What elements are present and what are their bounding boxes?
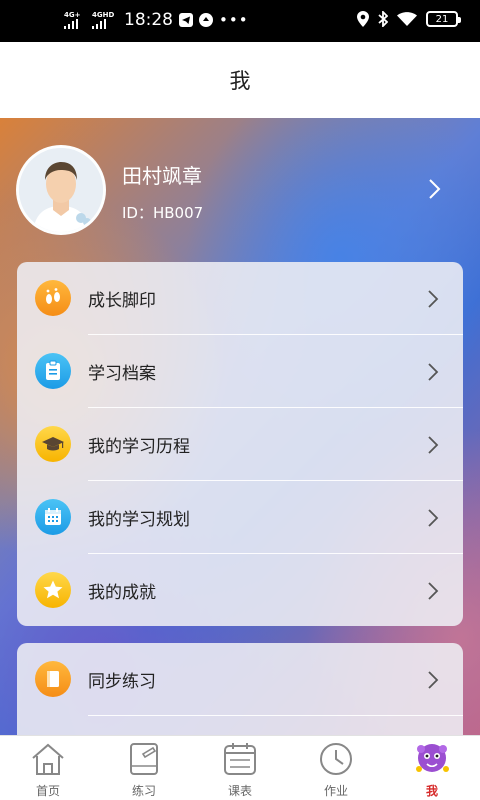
signal-label-1: 4G+	[64, 11, 81, 19]
star-icon	[35, 572, 71, 608]
divider	[88, 715, 463, 716]
page-title: 我	[229, 69, 251, 93]
menu-item-growth-footprints[interactable]: 成长脚印	[17, 262, 463, 335]
menu-item-label: 我的成就	[88, 583, 156, 603]
avatar[interactable]	[16, 145, 106, 235]
cellular-signal-icon-2: 4GHD	[92, 11, 114, 29]
bluetooth-icon	[378, 11, 388, 27]
menu-item-label: 成长脚印	[88, 291, 156, 311]
location-icon	[357, 11, 369, 27]
app-notification-icon	[199, 13, 213, 27]
menu-item-learning-journey[interactable]: 我的学习历程	[17, 408, 463, 481]
tab-me[interactable]: 我	[384, 736, 480, 800]
schedule-icon	[224, 743, 256, 775]
menu-item-label: 我的学习历程	[88, 437, 190, 457]
menu-item-learning-plan[interactable]: 我的学习规划	[17, 481, 463, 554]
avatar-image	[19, 148, 103, 232]
menu-item-label: 学习档案	[88, 364, 156, 384]
user-id: ID：HB007	[122, 204, 204, 222]
clipboard-icon	[35, 353, 71, 389]
footprints-icon	[35, 280, 71, 316]
tab-label: 我	[425, 784, 438, 798]
tab-label: 课表	[227, 784, 252, 798]
tab-schedule[interactable]: 课表	[192, 736, 288, 800]
menu-card: 成长脚印 学习档案 我的学习历程 我的学习规划 我的成就	[17, 262, 463, 626]
menu-item-learning-archive[interactable]: 学习档案	[17, 335, 463, 408]
chevron-right-icon	[428, 290, 439, 308]
menu-item-label: 我的学习规划	[88, 510, 190, 530]
battery-level: 21	[435, 13, 449, 25]
more-notifications: •••	[219, 11, 249, 29]
tab-exercise[interactable]: 练习	[96, 736, 192, 800]
graduation-cap-icon	[35, 426, 71, 462]
chevron-right-icon	[428, 582, 439, 600]
bottom-tab-bar: 首页 练习 课表 作业 我	[0, 735, 480, 800]
title-bar: 我	[0, 42, 480, 118]
cellular-signal-icon: 4G+	[64, 11, 86, 29]
calendar-icon	[35, 499, 71, 535]
tab-label: 练习	[131, 784, 156, 798]
chevron-right-icon	[428, 436, 439, 454]
user-name: 田村飒章	[122, 164, 202, 188]
signal-label-2: 4GHD	[92, 11, 115, 19]
menu-item-label: 同步练习	[88, 672, 156, 692]
chevron-right-icon[interactable]	[428, 178, 442, 200]
battery-icon: 21	[426, 11, 461, 27]
chevron-right-icon	[428, 363, 439, 381]
exercise-book-icon	[130, 743, 158, 775]
status-bar: 4G+ 4GHD 18:28 ••• 21	[0, 0, 480, 42]
menu-item-sync-practice[interactable]: 同步练习	[17, 643, 463, 716]
telegram-icon	[179, 13, 193, 27]
menu-card-2: 同步练习	[17, 643, 463, 743]
menu-item-achievements[interactable]: 我的成就	[17, 554, 463, 626]
book-icon	[35, 661, 71, 697]
tab-home[interactable]: 首页	[0, 736, 96, 800]
chevron-right-icon	[428, 671, 439, 689]
clock-icon	[320, 743, 352, 775]
home-icon	[32, 743, 64, 775]
wifi-icon	[397, 11, 417, 26]
mascot-icon	[416, 744, 449, 772]
tab-homework[interactable]: 作业	[288, 736, 384, 800]
tab-label: 作业	[323, 784, 348, 798]
tab-label: 首页	[35, 784, 60, 798]
chevron-right-icon	[428, 509, 439, 527]
profile-header[interactable]: 田村飒章 ID：HB007	[0, 142, 480, 238]
clock-time: 18:28	[124, 10, 173, 30]
